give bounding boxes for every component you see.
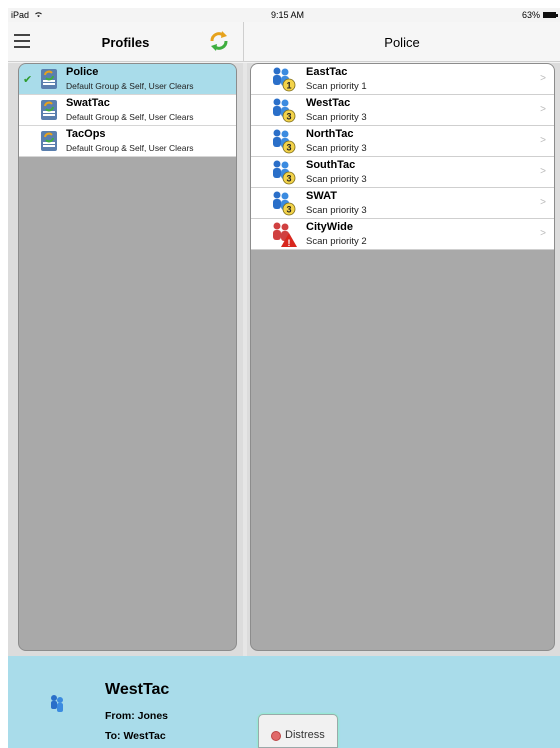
talkgroup-alert-icon: ! <box>273 222 297 248</box>
talkgroup-name: SWAT <box>306 190 337 202</box>
profiles-list: ✔ Police Default Group & Self, User Clea… <box>18 63 237 651</box>
split-divider[interactable] <box>243 63 247 656</box>
groups-list: 1 EastTac Scan priority 1 > 3 WestTac Sc… <box>250 63 555 651</box>
talkgroup-priority: Scan priority 2 <box>306 236 367 247</box>
talkgroup-icon <box>51 695 63 712</box>
chevron-right-icon: > <box>540 228 546 239</box>
status-bar: iPad 9:15 AM 63% <box>8 8 560 22</box>
talkgroup-priority: Scan priority 3 <box>306 205 367 216</box>
svg-text:1: 1 <box>286 81 291 91</box>
talkgroup-row-northtac[interactable]: 3 NorthTac Scan priority 3 > <box>251 126 554 157</box>
talkgroup-name: SouthTac <box>306 159 356 171</box>
device-name: iPad <box>11 10 30 20</box>
chevron-right-icon: > <box>540 73 546 84</box>
profile-subtitle: Default Group & Self, User Clears <box>66 112 194 122</box>
groups-title: Police <box>384 35 420 50</box>
svg-text:3: 3 <box>286 205 291 215</box>
status-time: 9:15 AM <box>271 10 305 20</box>
profile-row-police[interactable]: ✔ Police Default Group & Self, User Clea… <box>19 64 236 95</box>
talkgroup-priority: Scan priority 3 <box>306 112 367 123</box>
distress-indicator-icon <box>271 731 281 741</box>
current-call-bar: WestTac From: Jones To: WestTac Distress <box>8 656 560 748</box>
groups-header: Police <box>244 22 560 62</box>
distress-label: Distress <box>285 729 325 741</box>
status-battery: 63% <box>521 10 558 20</box>
talkgroup-name: EastTac <box>306 66 348 78</box>
profile-name: SwatTac <box>66 97 110 109</box>
svg-text:3: 3 <box>286 174 291 184</box>
chevron-right-icon: > <box>540 197 546 208</box>
talkgroup-name: NorthTac <box>306 128 354 140</box>
wifi-icon <box>34 12 42 18</box>
talkgroup-icon: 3 <box>273 129 296 154</box>
talkgroup-icon: 3 <box>273 160 296 185</box>
profile-icon <box>41 69 57 89</box>
svg-text:3: 3 <box>286 112 291 122</box>
battery-icon <box>543 12 558 18</box>
profile-name: TacOps <box>66 128 106 140</box>
talkgroup-icon: 3 <box>273 191 296 216</box>
talkgroup-row-swat[interactable]: 3 SWAT Scan priority 3 > <box>251 188 554 219</box>
profile-subtitle: Default Group & Self, User Clears <box>66 143 194 153</box>
distress-button[interactable]: Distress <box>258 714 338 748</box>
chevron-right-icon: > <box>540 104 546 115</box>
talkgroup-row-southtac[interactable]: 3 SouthTac Scan priority 3 > <box>251 157 554 188</box>
profile-name: Police <box>66 66 99 78</box>
battery-percent: 63% <box>521 10 540 20</box>
talkgroup-icon: 1 <box>273 67 296 92</box>
selected-check-icon: ✔ <box>23 74 33 86</box>
talkgroup-row-westtac[interactable]: 3 WestTac Scan priority 3 > <box>251 95 554 126</box>
talkgroup-name: CityWide <box>306 221 353 233</box>
talkgroup-row-citywide[interactable]: ! CityWide Scan priority 2 > <box>251 219 554 250</box>
status-device: iPad <box>11 10 43 20</box>
app-frame: iPad 9:15 AM 63% Profiles Police ✔ Polic… <box>8 8 560 748</box>
sync-icon[interactable] <box>208 30 230 52</box>
talkgroup-name: WestTac <box>306 97 351 109</box>
profile-row-swattac[interactable]: SwatTac Default Group & Self, User Clear… <box>19 95 236 126</box>
talkgroup-icon: 3 <box>273 98 296 123</box>
nav-bar: Profiles Police <box>8 22 560 62</box>
current-call-to: To: WestTac <box>105 730 166 742</box>
current-call-title: WestTac <box>105 681 170 698</box>
profile-icon <box>41 100 57 120</box>
talkgroup-row-easttac[interactable]: 1 EastTac Scan priority 1 > <box>251 64 554 95</box>
current-call-from: From: Jones <box>105 710 169 722</box>
talkgroup-priority: Scan priority 3 <box>306 143 367 154</box>
profile-subtitle: Default Group & Self, User Clears <box>66 81 194 91</box>
profile-icon <box>41 131 57 151</box>
talkgroup-priority: Scan priority 1 <box>306 81 367 92</box>
chevron-right-icon: > <box>540 135 546 146</box>
chevron-right-icon: > <box>540 166 546 177</box>
profiles-header: Profiles <box>8 22 243 62</box>
profile-row-tacops[interactable]: TacOps Default Group & Self, User Clears <box>19 126 236 157</box>
talkgroup-priority: Scan priority 3 <box>306 174 367 185</box>
svg-text:3: 3 <box>286 143 291 153</box>
svg-text:!: ! <box>288 238 291 248</box>
